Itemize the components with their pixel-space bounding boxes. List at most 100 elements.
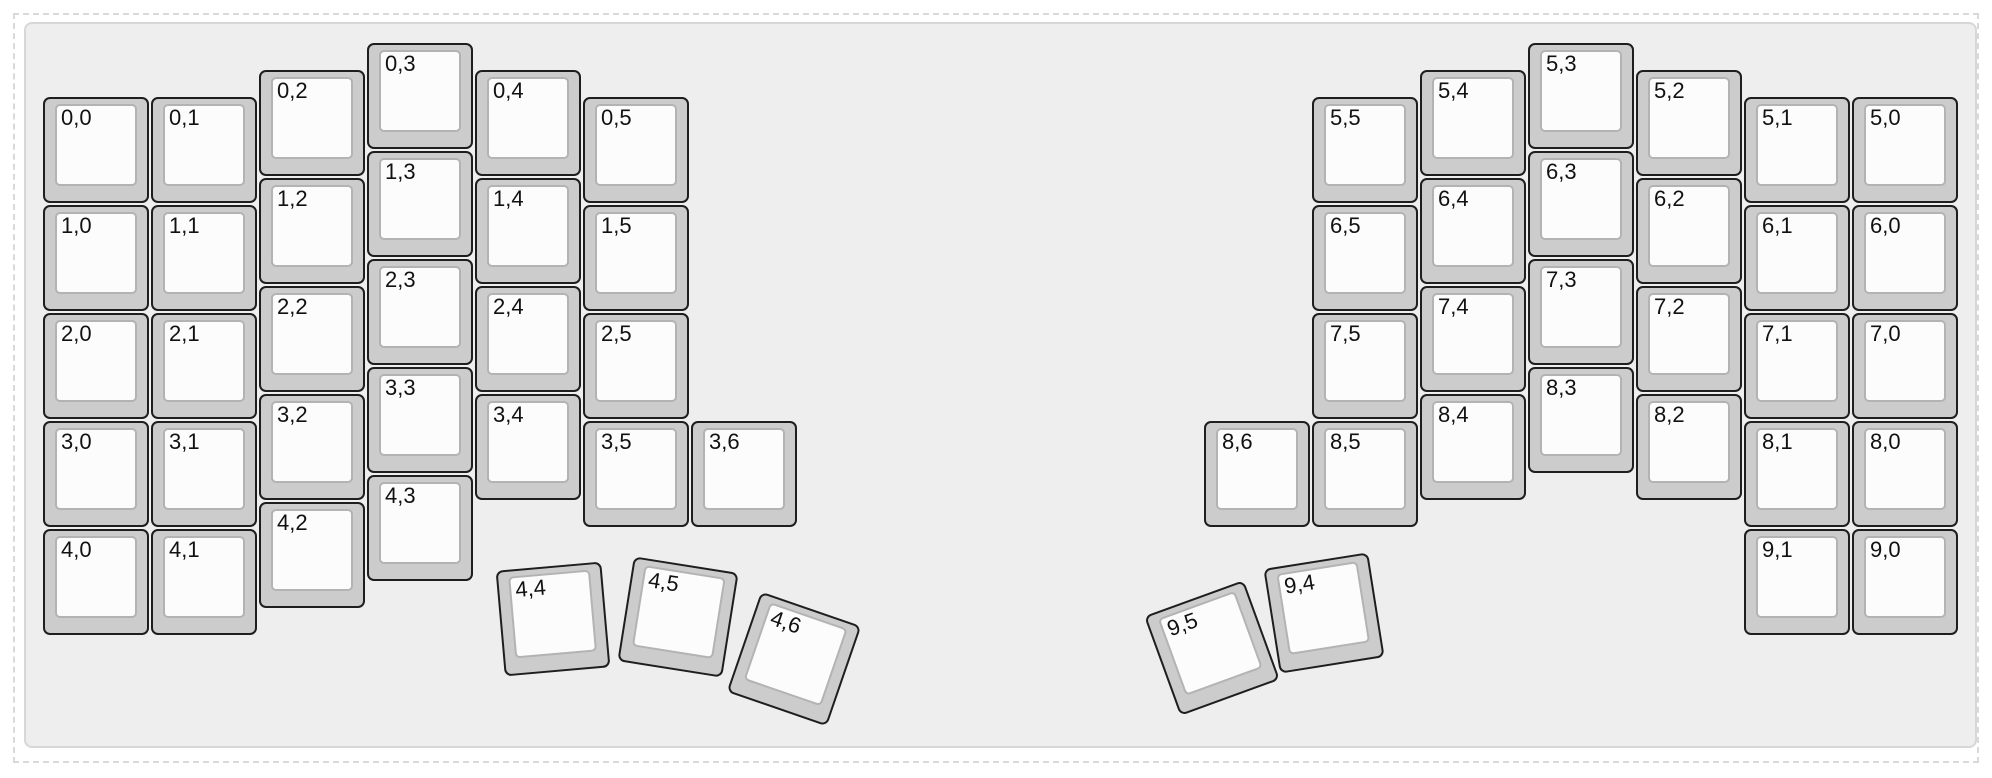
key-legend: 6,2 <box>1654 186 1685 211</box>
key-legend: 0,1 <box>169 105 200 130</box>
key-2-3[interactable]: 2,3 <box>367 259 473 365</box>
key-legend: 3,3 <box>385 375 416 400</box>
key-legend: 3,2 <box>277 402 308 427</box>
key-2-4[interactable]: 2,4 <box>475 286 581 392</box>
key-legend: 8,5 <box>1330 429 1361 454</box>
key-0-0[interactable]: 0,0 <box>43 97 149 203</box>
key-legend: 4,2 <box>277 510 308 535</box>
key-9-4[interactable]: 9,4 <box>1263 552 1385 674</box>
key-3-5[interactable]: 3,5 <box>583 421 689 527</box>
key-legend: 8,4 <box>1438 402 1469 427</box>
key-8-3[interactable]: 8,3 <box>1528 367 1634 473</box>
key-cap <box>1157 590 1263 696</box>
key-8-0[interactable]: 8,0 <box>1852 421 1958 527</box>
key-6-5[interactable]: 6,5 <box>1312 205 1418 311</box>
key-6-1[interactable]: 6,1 <box>1744 205 1850 311</box>
key-4-0[interactable]: 4,0 <box>43 529 149 635</box>
key-legend: 9,0 <box>1870 537 1901 562</box>
key-8-4[interactable]: 8,4 <box>1420 394 1526 500</box>
key-7-3[interactable]: 7,3 <box>1528 259 1634 365</box>
key-legend: 8,1 <box>1762 429 1793 454</box>
key-7-2[interactable]: 7,2 <box>1636 286 1742 392</box>
key-legend: 7,0 <box>1870 321 1901 346</box>
key-1-2[interactable]: 1,2 <box>259 178 365 284</box>
key-legend: 9,1 <box>1762 537 1793 562</box>
key-0-3[interactable]: 0,3 <box>367 43 473 149</box>
key-legend: 1,4 <box>493 186 524 211</box>
key-legend: 2,1 <box>169 321 200 346</box>
key-legend: 6,4 <box>1438 186 1469 211</box>
key-legend: 2,4 <box>493 294 524 319</box>
key-5-0[interactable]: 5,0 <box>1852 97 1958 203</box>
key-legend: 0,0 <box>61 105 92 130</box>
key-legend: 1,0 <box>61 213 92 238</box>
key-legend: 7,5 <box>1330 321 1361 346</box>
key-5-3[interactable]: 5,3 <box>1528 43 1634 149</box>
key-legend: 4,3 <box>385 483 416 508</box>
key-legend: 2,3 <box>385 267 416 292</box>
key-0-5[interactable]: 0,5 <box>583 97 689 203</box>
key-legend: 8,6 <box>1222 429 1253 454</box>
key-7-5[interactable]: 7,5 <box>1312 313 1418 419</box>
key-legend: 3,0 <box>61 429 92 454</box>
key-6-2[interactable]: 6,2 <box>1636 178 1742 284</box>
key-1-4[interactable]: 1,4 <box>475 178 581 284</box>
key-legend: 3,4 <box>493 402 524 427</box>
key-legend: 5,3 <box>1546 51 1577 76</box>
key-legend: 6,0 <box>1870 213 1901 238</box>
key-legend: 5,0 <box>1870 105 1901 130</box>
key-3-2[interactable]: 3,2 <box>259 394 365 500</box>
key-4-5[interactable]: 4,5 <box>617 556 739 678</box>
key-6-4[interactable]: 6,4 <box>1420 178 1526 284</box>
key-2-2[interactable]: 2,2 <box>259 286 365 392</box>
key-4-3[interactable]: 4,3 <box>367 475 473 581</box>
key-3-3[interactable]: 3,3 <box>367 367 473 473</box>
key-4-1[interactable]: 4,1 <box>151 529 257 635</box>
key-2-1[interactable]: 2,1 <box>151 313 257 419</box>
key-0-4[interactable]: 0,4 <box>475 70 581 176</box>
key-legend: 2,2 <box>277 294 308 319</box>
key-7-0[interactable]: 7,0 <box>1852 313 1958 419</box>
key-8-6[interactable]: 8,6 <box>1204 421 1310 527</box>
key-0-2[interactable]: 0,2 <box>259 70 365 176</box>
key-9-0[interactable]: 9,0 <box>1852 529 1958 635</box>
key-5-5[interactable]: 5,5 <box>1312 97 1418 203</box>
key-0-1[interactable]: 0,1 <box>151 97 257 203</box>
key-7-1[interactable]: 7,1 <box>1744 313 1850 419</box>
key-legend: 2,5 <box>601 321 632 346</box>
key-legend: 3,1 <box>169 429 200 454</box>
key-legend: 5,4 <box>1438 78 1469 103</box>
key-1-3[interactable]: 1,3 <box>367 151 473 257</box>
key-legend: 8,0 <box>1870 429 1901 454</box>
key-4-4[interactable]: 4,4 <box>495 561 611 677</box>
key-7-4[interactable]: 7,4 <box>1420 286 1526 392</box>
key-3-1[interactable]: 3,1 <box>151 421 257 527</box>
key-legend: 9,4 <box>1282 569 1317 599</box>
key-1-0[interactable]: 1,0 <box>43 205 149 311</box>
key-5-1[interactable]: 5,1 <box>1744 97 1850 203</box>
key-4-2[interactable]: 4,2 <box>259 502 365 608</box>
key-8-5[interactable]: 8,5 <box>1312 421 1418 527</box>
key-legend: 4,4 <box>514 574 547 603</box>
key-2-5[interactable]: 2,5 <box>583 313 689 419</box>
key-8-1[interactable]: 8,1 <box>1744 421 1850 527</box>
key-legend: 6,5 <box>1330 213 1361 238</box>
key-8-2[interactable]: 8,2 <box>1636 394 1742 500</box>
key-5-4[interactable]: 5,4 <box>1420 70 1526 176</box>
key-legend: 8,2 <box>1654 402 1685 427</box>
key-6-0[interactable]: 6,0 <box>1852 205 1958 311</box>
key-legend: 5,2 <box>1654 78 1685 103</box>
key-1-1[interactable]: 1,1 <box>151 205 257 311</box>
key-legend: 7,1 <box>1762 321 1793 346</box>
key-3-6[interactable]: 3,6 <box>691 421 797 527</box>
key-6-3[interactable]: 6,3 <box>1528 151 1634 257</box>
key-legend: 4,5 <box>646 567 681 597</box>
key-1-5[interactable]: 1,5 <box>583 205 689 311</box>
key-9-1[interactable]: 9,1 <box>1744 529 1850 635</box>
key-5-2[interactable]: 5,2 <box>1636 70 1742 176</box>
key-3-0[interactable]: 3,0 <box>43 421 149 527</box>
key-legend: 5,5 <box>1330 105 1361 130</box>
key-legend: 2,0 <box>61 321 92 346</box>
key-3-4[interactable]: 3,4 <box>475 394 581 500</box>
key-2-0[interactable]: 2,0 <box>43 313 149 419</box>
